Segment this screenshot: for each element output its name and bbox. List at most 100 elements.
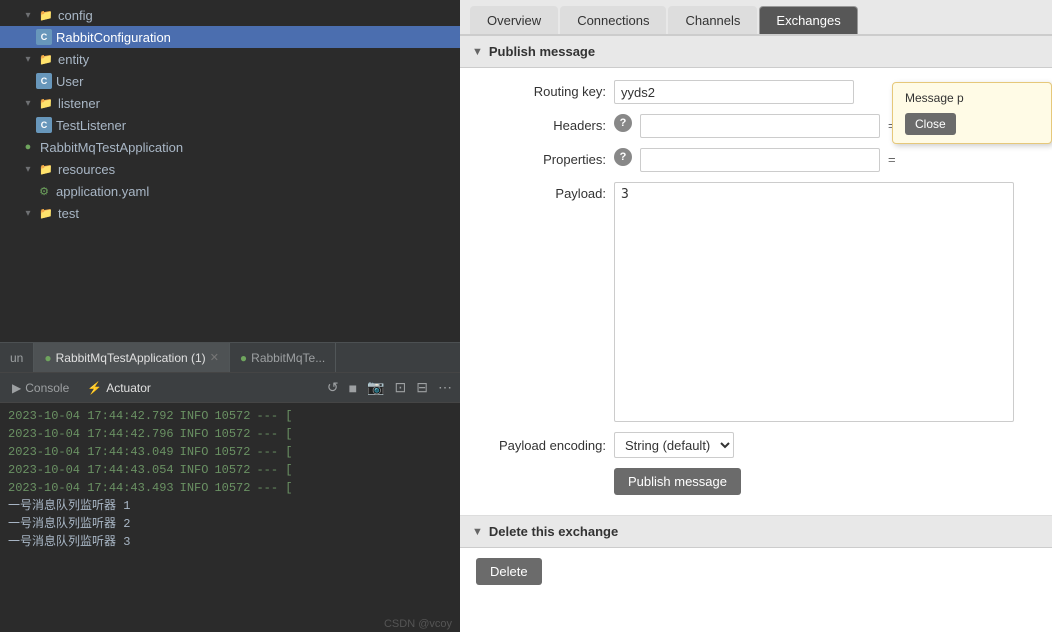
yaml-icon: ⚙ bbox=[36, 183, 52, 199]
tree-item[interactable]: ▾📁 test bbox=[0, 202, 460, 224]
spring-icon: ● bbox=[20, 139, 36, 155]
log-pid: 10572 bbox=[214, 425, 250, 443]
tree-item-label: RabbitMqTestApplication bbox=[40, 140, 183, 155]
tooltip-popup: Message p Close bbox=[892, 82, 1052, 144]
tab-channels[interactable]: Channels bbox=[668, 6, 757, 34]
tab-rabbitmq2[interactable]: ● RabbitMqTe... bbox=[230, 343, 336, 372]
log-line-chinese: 一号消息队列监听器 1 bbox=[8, 497, 452, 515]
tree-item[interactable]: ▾📁config bbox=[0, 4, 460, 26]
tab-rabbitmq-label: RabbitMqTestApplication (1) bbox=[56, 351, 206, 365]
publish-message-button[interactable]: Publish message bbox=[614, 468, 741, 495]
folder-icon: 📁 bbox=[38, 161, 54, 177]
log-line: 2023-10-04 17:44:42.792INFO10572--- [ bbox=[8, 407, 452, 425]
java-icon: C bbox=[36, 73, 52, 89]
headers-input[interactable] bbox=[640, 114, 880, 138]
folder-icon: 📁 bbox=[38, 7, 54, 23]
tab-un-label: un bbox=[10, 351, 23, 365]
log-sep: --- [ bbox=[256, 479, 292, 497]
tree-item-label: TestListener bbox=[56, 118, 126, 133]
tree-item-label: entity bbox=[58, 52, 89, 67]
actuator-label: Actuator bbox=[106, 381, 151, 395]
log-line: 2023-10-04 17:44:42.796 INFO 10572 --- [ bbox=[8, 425, 452, 443]
tree-item[interactable]: C TestListener bbox=[0, 114, 460, 136]
log-pid: 10572 bbox=[214, 443, 250, 461]
tab-overview[interactable]: Overview bbox=[470, 6, 558, 34]
delete-title: Delete this exchange bbox=[489, 524, 618, 539]
tree-item[interactable]: ⚙application.yaml bbox=[0, 180, 460, 202]
chevron-icon: ▾ bbox=[20, 95, 36, 111]
log-line: 2023-10-04 17:44:43.054INFO10572--- [ bbox=[8, 461, 452, 479]
chevron-icon: ▾ bbox=[20, 161, 36, 177]
console-icon: ▶ bbox=[12, 381, 21, 395]
folder-icon: 📁 bbox=[38, 205, 54, 221]
left-panel: ▾📁configCRabbitConfiguration▾📁entityCUse… bbox=[0, 0, 460, 632]
log-level: INFO bbox=[180, 407, 209, 425]
properties-eq: = bbox=[888, 148, 896, 167]
tab-connections[interactable]: Connections bbox=[560, 6, 666, 34]
tab-close-icon[interactable]: ✕ bbox=[210, 351, 219, 364]
chevron-icon: ▾ bbox=[20, 205, 36, 221]
publish-section-header[interactable]: ▼ Publish message bbox=[460, 36, 1052, 68]
file-tree: ▾📁configCRabbitConfiguration▾📁entityCUse… bbox=[0, 0, 460, 342]
settings-icon[interactable]: ⊟ bbox=[414, 377, 430, 398]
log-line-chinese: 一号消息队列监听器 3 bbox=[8, 533, 452, 551]
tree-item-label: RabbitConfiguration bbox=[56, 30, 171, 45]
log-line-chinese: 一号消息队列监听器 2 bbox=[8, 515, 452, 533]
stop-icon[interactable]: ■ bbox=[347, 378, 359, 398]
payload-row: Payload: 3 bbox=[476, 182, 1036, 422]
rmq-tabs: Overview Connections Channels Exchanges bbox=[460, 0, 1052, 36]
more-icon[interactable]: ⋯ bbox=[436, 377, 454, 398]
log-level: INFO bbox=[180, 479, 209, 497]
watermark: CSDN @vcoy bbox=[0, 616, 460, 632]
tab-exchanges[interactable]: Exchanges bbox=[759, 6, 857, 34]
tab-un[interactable]: un bbox=[0, 343, 34, 372]
log-level: INFO bbox=[180, 443, 209, 461]
editor-tabs-bar: un ● RabbitMqTestApplication (1) ✕ ● Rab… bbox=[0, 342, 460, 372]
log-sep: --- [ bbox=[256, 461, 292, 479]
tree-item[interactable]: ▾📁 resources bbox=[0, 158, 460, 180]
refresh-icon[interactable]: ↺ bbox=[325, 377, 341, 398]
delete-chevron: ▼ bbox=[472, 526, 483, 538]
headers-help-icon[interactable]: ? bbox=[614, 114, 632, 132]
properties-help-icon[interactable]: ? bbox=[614, 148, 632, 166]
log-pid: 10572 bbox=[214, 407, 250, 425]
tree-item-label: test bbox=[58, 206, 79, 221]
rmq-content: ▼ Publish message Message p Close Routin… bbox=[460, 36, 1052, 632]
encoding-label: Payload encoding: bbox=[476, 438, 606, 453]
tree-item[interactable]: C User bbox=[0, 70, 460, 92]
tree-item-label: listener bbox=[58, 96, 100, 111]
publish-title: Publish message bbox=[489, 44, 595, 59]
java-icon: C bbox=[36, 117, 52, 133]
properties-input[interactable] bbox=[640, 148, 880, 172]
log-sep: --- [ bbox=[256, 407, 292, 425]
record-icon[interactable]: ⊡ bbox=[393, 377, 409, 398]
encoding-select[interactable]: String (default) Base64 bbox=[614, 432, 734, 458]
chevron-icon: ▾ bbox=[20, 7, 36, 23]
delete-button[interactable]: Delete bbox=[476, 558, 542, 585]
actuator-tab[interactable]: ⚡ Actuator bbox=[81, 381, 157, 395]
actuator-icon: ⚡ bbox=[87, 381, 102, 395]
console-label: Console bbox=[25, 381, 69, 395]
spring-icon-tab2: ● bbox=[240, 351, 247, 365]
log-sep: --- [ bbox=[256, 425, 292, 443]
tooltip-text: Message p bbox=[905, 91, 1039, 105]
screenshot-icon[interactable]: 📷 bbox=[365, 377, 386, 398]
tooltip-close-button[interactable]: Close bbox=[905, 113, 956, 135]
payload-textarea[interactable]: 3 bbox=[614, 182, 1014, 422]
tree-item[interactable]: CRabbitConfiguration bbox=[0, 26, 460, 48]
tree-item[interactable]: ▾📁entity bbox=[0, 48, 460, 70]
log-time: 2023-10-04 17:44:42.796 bbox=[8, 425, 174, 443]
properties-row: Properties: ? = bbox=[476, 148, 1036, 172]
console-tab[interactable]: ▶ Console bbox=[6, 381, 75, 395]
log-time: 2023-10-04 17:44:43.049 bbox=[8, 443, 174, 461]
delete-section-header[interactable]: ▼ Delete this exchange bbox=[460, 516, 1052, 548]
tree-item[interactable]: ▾📁listener bbox=[0, 92, 460, 114]
routing-key-input[interactable] bbox=[614, 80, 854, 104]
tree-item-label: resources bbox=[58, 162, 115, 177]
log-line: 2023-10-04 17:44:43.049INFO10572--- [ bbox=[8, 443, 452, 461]
log-time: 2023-10-04 17:44:43.054 bbox=[8, 461, 174, 479]
tree-item-label: User bbox=[56, 74, 83, 89]
tree-item[interactable]: ● RabbitMqTestApplication bbox=[0, 136, 460, 158]
tab-rabbitmq-app[interactable]: ● RabbitMqTestApplication (1) ✕ bbox=[34, 343, 230, 372]
log-level: INFO bbox=[180, 425, 209, 443]
